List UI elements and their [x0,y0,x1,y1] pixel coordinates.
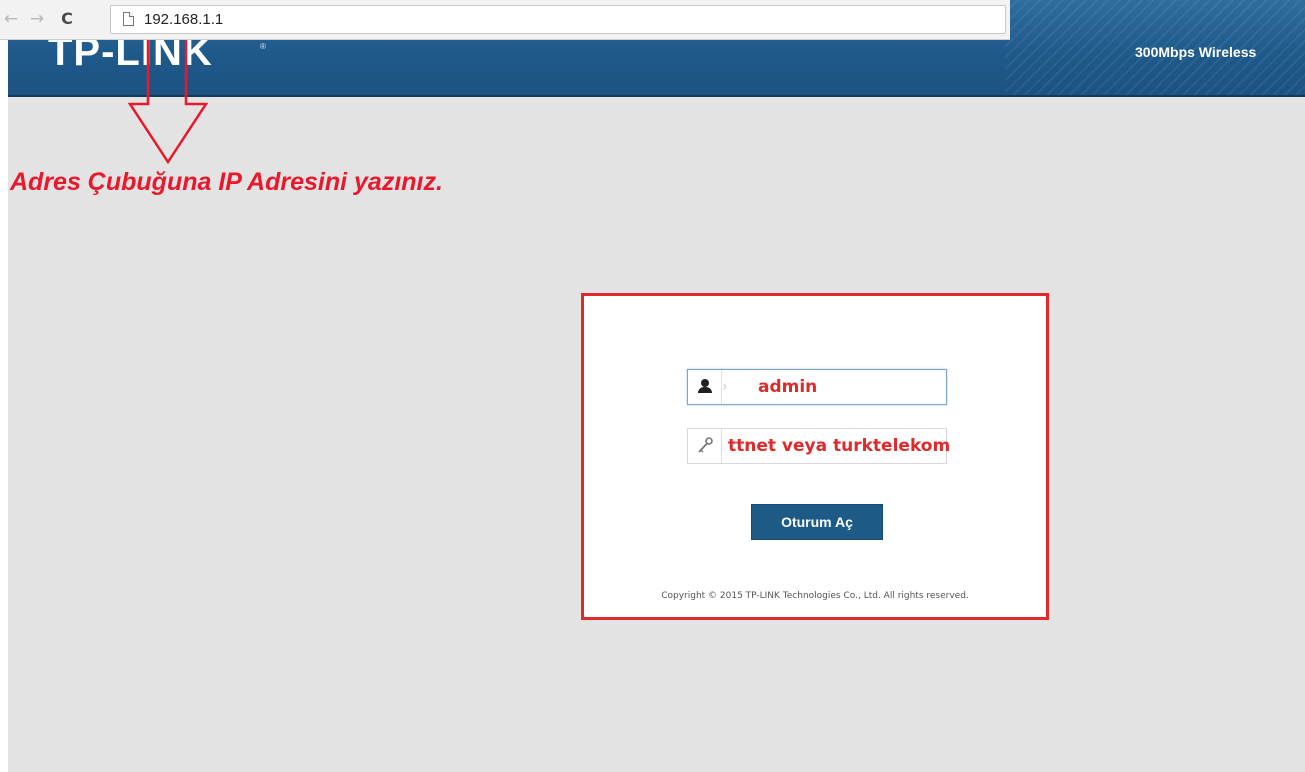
copyright-text: Copyright © 2015 TP-LINK Technologies Co… [661,591,969,601]
username-field[interactable]: › admin [687,369,947,405]
browser-toolbar: ← → C 192.168.1.1 [0,0,1010,40]
arrow-right-icon[interactable]: → [28,9,46,29]
arrow-left-icon[interactable]: ← [2,9,20,29]
address-bar-url[interactable]: 192.168.1.1 [144,11,223,28]
password-value[interactable]: ttnet veya turktelekom [728,436,950,456]
username-value[interactable]: admin [758,377,817,397]
registered-mark: ® [260,42,266,51]
login-panel: › admin ttnet veya turktelekom Oturum Aç… [581,293,1049,620]
router-model-title: 300Mbps Wireless [1135,44,1257,60]
page-icon [123,12,134,26]
login-button[interactable]: Oturum Aç [751,504,883,540]
key-icon [688,429,722,463]
chevron-right-icon: › [722,379,728,395]
address-bar[interactable]: 192.168.1.1 [110,5,1006,34]
user-icon [688,370,722,404]
annotation-caption: Adres Çubuğuna IP Adresini yazınız. [10,168,443,196]
password-field[interactable]: ttnet veya turktelekom [687,428,950,464]
reload-icon[interactable]: C [58,9,76,29]
annotation-down-arrow [128,40,208,165]
